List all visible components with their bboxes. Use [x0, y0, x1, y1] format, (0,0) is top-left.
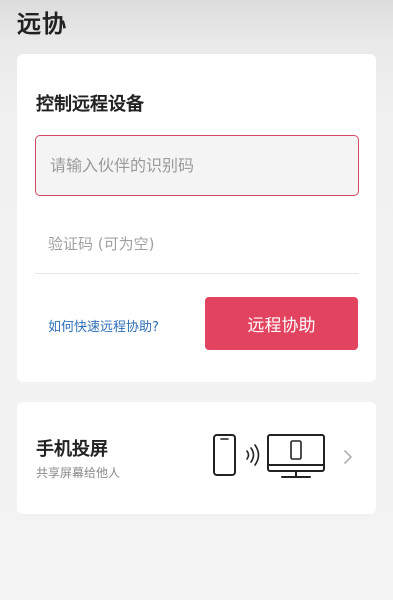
remote-control-title: 控制远程设备	[36, 94, 144, 115]
screen-cast-title: 手机投屏	[36, 439, 108, 460]
signal-waves-icon	[246, 444, 260, 466]
partner-id-input[interactable]	[35, 135, 359, 196]
verification-code-input[interactable]	[35, 214, 359, 274]
screen-cast-illustration	[213, 434, 325, 478]
help-link[interactable]: 如何快速远程协助?	[48, 316, 159, 335]
screen-cast-subtitle: 共享屏幕给他人	[36, 466, 121, 480]
screen-cast-card[interactable]: 手机投屏 共享屏幕给他人	[17, 402, 376, 514]
remote-assist-button[interactable]: 远程协助	[205, 297, 358, 350]
phone-icon	[213, 434, 236, 476]
remote-control-card: 控制远程设备 如何快速远程协助? 远程协助	[17, 54, 376, 382]
chevron-right-icon[interactable]	[341, 447, 355, 467]
page-title: 远协	[17, 10, 67, 38]
monitor-icon	[267, 434, 325, 478]
